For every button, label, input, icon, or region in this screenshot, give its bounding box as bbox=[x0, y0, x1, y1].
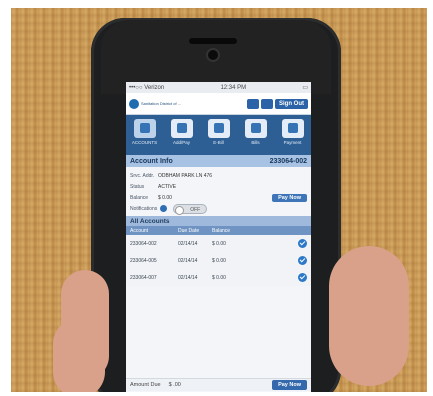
account-row[interactable]: 233064-002 02/14/14 $ 0.00 bbox=[126, 235, 311, 252]
accounts-column-headers: Account Due Date Balance bbox=[126, 226, 311, 235]
due-date: 02/14/14 bbox=[178, 240, 198, 247]
finger-left-lower bbox=[53, 318, 105, 392]
column-account: Account bbox=[130, 227, 149, 234]
help-icon[interactable] bbox=[160, 205, 168, 212]
front-camera bbox=[208, 50, 218, 60]
balance-row: Balance $ 0.00 Pay Now bbox=[130, 192, 307, 203]
account-info-title: Account Info bbox=[130, 157, 173, 165]
status-bar: •••○○ Verizon 12:34 PM ▭ bbox=[126, 82, 311, 93]
thumb-right bbox=[329, 246, 409, 386]
notifications-label: Notifications bbox=[130, 205, 158, 212]
home-icon[interactable] bbox=[261, 98, 273, 109]
nav-bar: ACCOUNTS Add/Pay E-Bill Bills Payment bbox=[126, 115, 311, 155]
notifications-row: Notifications OFF bbox=[130, 203, 307, 215]
nav-accounts-label: ACCOUNTS bbox=[131, 140, 158, 145]
column-balance: Balance bbox=[212, 227, 231, 234]
service-address-row: Srvc. Addr. ODBHAM PARK LN 476 bbox=[130, 170, 307, 181]
speaker bbox=[189, 38, 237, 44]
service-address-value: ODBHAM PARK LN 476 bbox=[158, 172, 213, 179]
user-icon bbox=[170, 119, 193, 138]
balance: $ 0.00 bbox=[212, 274, 226, 281]
status-label: Status bbox=[130, 183, 145, 190]
edit-icon[interactable] bbox=[247, 98, 259, 109]
header-actions: Sign Out bbox=[247, 98, 308, 109]
service-address-label: Srvc. Addr. bbox=[130, 172, 155, 179]
dollar-icon bbox=[281, 119, 304, 138]
phone-screen: •••○○ Verizon 12:34 PM ▭ Sanitation Dist… bbox=[126, 82, 311, 392]
nav-bills-label: Bills bbox=[251, 140, 260, 145]
nav-bills[interactable]: Bills bbox=[240, 119, 271, 145]
footer-pay-now-button[interactable]: Pay Now bbox=[272, 380, 307, 390]
account-id: 233064-005 bbox=[130, 257, 157, 264]
status-row: Status ACTIVE bbox=[130, 181, 307, 192]
account-number: 233064-002 bbox=[269, 157, 307, 165]
checkmark-icon[interactable] bbox=[298, 239, 307, 248]
account-id: 233064-002 bbox=[130, 240, 157, 247]
nav-payment[interactable]: Payment bbox=[277, 119, 308, 145]
balance: $ 0.00 bbox=[212, 240, 226, 247]
due-date: 02/14/14 bbox=[178, 257, 198, 264]
accounts-icon bbox=[133, 119, 156, 138]
nav-ebill[interactable]: E-Bill bbox=[203, 119, 234, 145]
nav-payment-label: Payment bbox=[283, 140, 302, 145]
nav-add-pay[interactable]: Add/Pay bbox=[166, 119, 197, 145]
account-row[interactable]: 233064-005 02/14/14 $ 0.00 bbox=[126, 252, 311, 269]
amount-due-label: Amount Due bbox=[130, 382, 161, 388]
clock: 12:34 PM bbox=[220, 84, 247, 91]
logo-icon bbox=[129, 98, 139, 109]
amount-due-bar: Amount Due $ .00 Pay Now bbox=[126, 378, 311, 391]
column-due-date: Due Date bbox=[178, 227, 200, 234]
logo: Sanitation District of ... bbox=[129, 98, 183, 109]
carrier: •••○○ Verizon bbox=[129, 84, 165, 91]
account-id: 233064-007 bbox=[130, 274, 157, 281]
sign-out-button[interactable]: Sign Out bbox=[275, 98, 308, 109]
battery-icon: ▭ bbox=[302, 85, 308, 91]
balance-value: $ 0.00 bbox=[158, 194, 172, 201]
mail-icon bbox=[207, 119, 230, 138]
photo-background: •••○○ Verizon 12:34 PM ▭ Sanitation Dist… bbox=[11, 8, 427, 392]
account-info-header: Account Info 233064-002 bbox=[126, 155, 311, 167]
amount-due-value: $ .00 bbox=[168, 382, 181, 388]
all-accounts-header: All Accounts bbox=[126, 216, 311, 226]
due-date: 02/14/14 bbox=[178, 274, 198, 281]
account-info-panel: Srvc. Addr. ODBHAM PARK LN 476 Status AC… bbox=[126, 167, 311, 216]
logo-text: Sanitation District of ... bbox=[141, 101, 182, 106]
status-value: ACTIVE bbox=[158, 183, 177, 190]
search-icon bbox=[244, 119, 267, 138]
notifications-toggle[interactable]: OFF bbox=[173, 203, 208, 215]
account-row[interactable]: 233064-007 02/14/14 $ 0.00 bbox=[126, 269, 311, 286]
checkmark-icon[interactable] bbox=[298, 273, 307, 282]
balance-label: Balance bbox=[130, 194, 149, 201]
balance: $ 0.00 bbox=[212, 257, 226, 264]
nav-ebill-label: E-Bill bbox=[213, 140, 224, 145]
nav-add-pay-label: Add/Pay bbox=[172, 140, 190, 145]
pay-now-button[interactable]: Pay Now bbox=[272, 193, 307, 202]
app-header: Sanitation District of ... Sign Out bbox=[126, 93, 311, 115]
nav-accounts[interactable]: ACCOUNTS bbox=[129, 119, 160, 145]
checkmark-icon[interactable] bbox=[298, 256, 307, 265]
